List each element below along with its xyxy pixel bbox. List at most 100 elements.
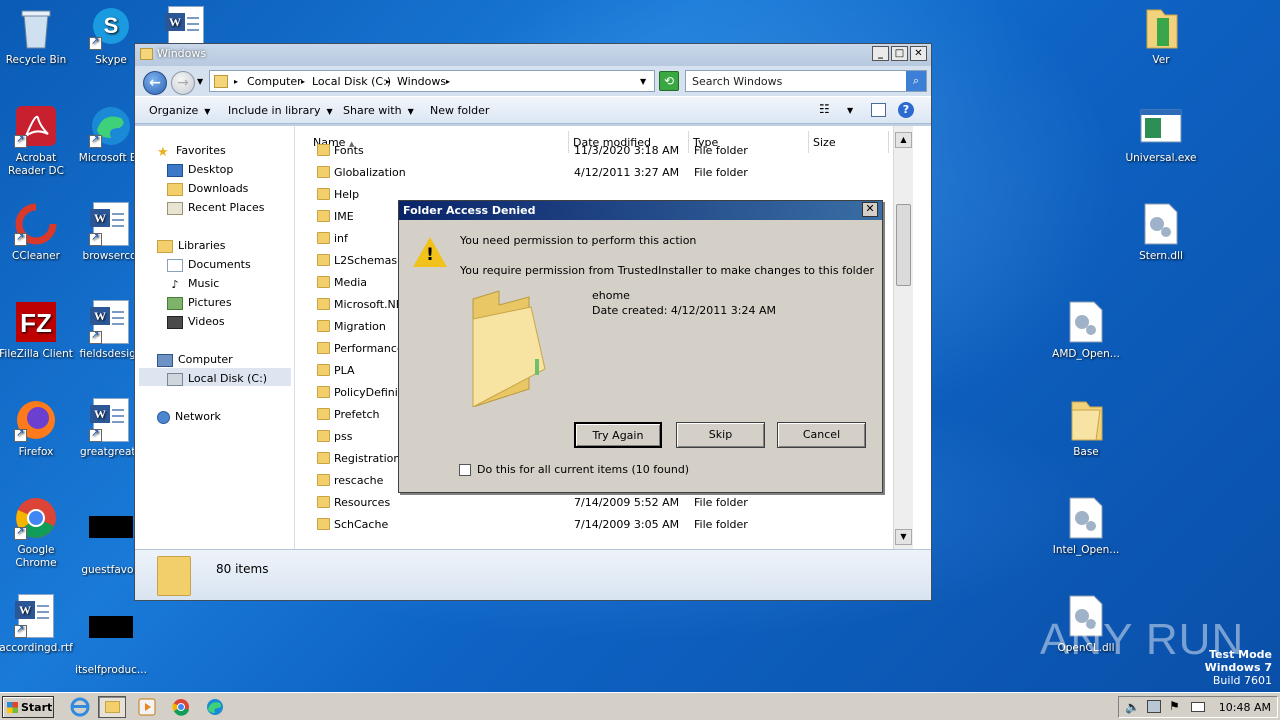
recycle-bin-icon [14,6,58,50]
forward-button[interactable]: → [171,71,195,95]
file-row[interactable]: Globalization 4/12/2011 3:27 AM File folde… [297,162,893,184]
scroll-up-icon[interactable]: ▲ [895,132,912,148]
file-name: Fonts [334,144,364,157]
minimize-button[interactable]: _ [872,46,889,61]
chevron-right-icon[interactable]: ▸ [301,77,305,86]
file-type: File folder [694,496,748,509]
file-date: 7/14/2009 5:52 AM [574,496,680,509]
chevron-right-icon[interactable]: ▸ [446,77,450,86]
icon-label: Universal.exe [1125,152,1197,164]
nav-local-disk[interactable]: Local Disk (C:) [167,372,267,386]
apply-to-all-checkbox[interactable] [459,464,471,476]
file-type: File folder [694,144,748,157]
ccleaner-icon [14,202,58,246]
nav-desktop[interactable]: Desktop [167,163,233,177]
file-row[interactable]: Fonts 11/3/2020 3:18 AM File folder [297,140,893,162]
file-name: PLA [334,364,355,377]
nav-documents[interactable]: Documents [167,258,251,272]
start-button[interactable]: Start [2,696,54,718]
desktop-icon-ccleaner[interactable]: CCleaner [0,202,76,263]
preview-pane-icon[interactable] [871,103,886,117]
nav-downloads[interactable]: Downloads [167,182,248,196]
file-row[interactable]: Resources 7/14/2009 5:52 AM File folder [297,492,893,514]
filezilla-icon: FZ [14,300,58,344]
try-again-button[interactable]: Try Again [574,422,662,448]
desktop-icon-amd-open[interactable]: AMD_Open... [1046,300,1126,361]
history-dropdown-icon[interactable]: ▼ [197,77,203,86]
chevron-right-icon[interactable]: ▸ [234,77,238,86]
breadcrumb-local-disk[interactable]: Local Disk (C:) [312,75,391,88]
clock[interactable]: 10:48 AM [1219,701,1271,714]
flag-icon[interactable]: ⚑ [1169,699,1180,713]
file-name: inf [334,232,348,245]
nav-music[interactable]: ♪ Music [167,277,219,291]
ie-icon[interactable] [69,697,91,717]
edge-icon[interactable] [204,697,226,717]
file-row[interactable]: SchCache 7/14/2009 3:05 AM File folder [297,514,893,536]
word-doc-icon: W [14,594,58,638]
command-bar: Organize ▼ Include in library ▼ Share with… [135,96,931,124]
search-icon[interactable]: ⌕ [906,71,926,91]
address-bar[interactable]: ▸ Computer ▸ Local Disk (C:) ▸ Windows ▸… [209,70,655,92]
explorer-titlebar[interactable]: Windows _ □ ✕ [135,44,931,66]
nav-computer[interactable]: Computer [157,353,233,367]
file-name: Globalization [334,166,406,179]
desktop-icon-base[interactable]: Base [1046,398,1126,459]
desktop-icon [167,163,183,177]
desktop-icon-universal[interactable]: Universal.exe [1121,104,1201,165]
desktop-icon-stern[interactable]: Stern.dll [1121,202,1201,263]
breadcrumb-windows[interactable]: Windows [397,75,446,88]
battery-icon[interactable] [1191,702,1205,712]
breadcrumb-computer[interactable]: Computer [247,75,302,88]
desktop-icon-acrobat[interactable]: Acrobat Reader DC [0,104,76,178]
chrome-icon[interactable] [170,697,192,717]
refresh-button[interactable]: ⟲ [659,71,679,91]
desktop-icon-itselfproduc[interactable]: itselfproduc... [71,594,151,677]
desktop-icon-ver[interactable]: Ver [1121,6,1201,67]
acrobat-icon [14,104,58,148]
maximize-button[interactable]: □ [891,46,908,61]
close-button[interactable]: ✕ [910,46,927,61]
file-name: Media [334,276,368,289]
nav-pictures[interactable]: Pictures [167,296,232,310]
back-button[interactable]: ← [143,71,167,95]
desktop-icon-chrome[interactable]: Google Chrome [0,496,76,570]
desktop-icon-recycle-bin[interactable]: Recycle Bin [0,6,76,67]
nav-favorites[interactable]: ★ Favorites [157,144,226,160]
folder-icon [317,364,330,376]
dialog-close-button[interactable]: ✕ [862,202,878,217]
vertical-scrollbar[interactable]: ▲ ▼ [893,126,913,549]
address-dropdown-icon[interactable]: ▼ [640,77,646,86]
nav-videos[interactable]: Videos [167,315,225,329]
desktop-icon-filezilla[interactable]: FZ FileZilla Client [0,300,76,361]
organize-button[interactable]: Organize ▼ [149,104,210,117]
chevron-right-icon[interactable]: ▸ [386,77,390,86]
scroll-thumb[interactable] [896,204,911,286]
skip-button[interactable]: Skip [676,422,765,448]
desktop-icon-accordingd[interactable]: W accordingd.rtf [0,594,76,655]
share-with-button[interactable]: Share with ▼ [343,104,414,117]
cancel-button[interactable]: Cancel [777,422,866,448]
desktop-icon-intel-open[interactable]: Intel_Open... [1046,496,1126,557]
dialog-titlebar[interactable]: Folder Access Denied ✕ [399,201,882,220]
folder-icon [214,75,228,88]
include-in-library-button[interactable]: Include in library ▼ [228,104,333,117]
nav-network[interactable]: Network [157,410,221,424]
network-icon [157,410,170,424]
nav-recent-places[interactable]: Recent Places [167,201,265,215]
search-input[interactable]: Search Windows ⌕ [685,70,927,92]
explorer-taskbar-button[interactable] [98,696,126,718]
item-count: 80 items [216,562,269,576]
file-date: 11/3/2020 3:18 AM [574,144,680,157]
speaker-icon[interactable]: 🔈 [1125,700,1140,714]
help-icon[interactable]: ? [898,102,914,118]
view-options-icon[interactable]: ☷ [819,102,830,116]
chevron-down-icon[interactable]: ▼ [847,106,853,115]
network-tray-icon[interactable] [1147,700,1161,713]
desktop-icon-firefox[interactable]: Firefox [0,398,76,459]
dialog-message-primary: You need permission to perform this acti… [460,234,697,247]
scroll-down-icon[interactable]: ▼ [895,529,912,545]
media-player-icon[interactable] [136,697,158,717]
nav-libraries[interactable]: Libraries [157,239,226,253]
new-folder-button[interactable]: New folder [430,104,489,117]
